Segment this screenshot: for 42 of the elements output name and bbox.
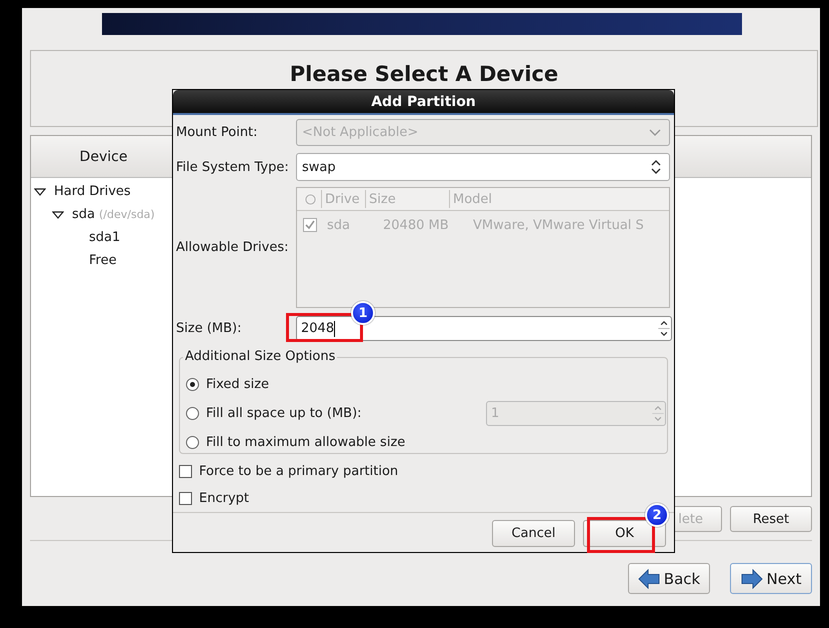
- column-header[interactable]: Device: [31, 136, 176, 177]
- option-label[interactable]: Fill all space up to (MB):: [206, 406, 362, 421]
- radio-button[interactable]: [186, 378, 199, 391]
- device-path: (/dev/sda): [99, 208, 155, 221]
- left-arrow-icon: [638, 568, 660, 588]
- option-label[interactable]: Fill to maximum allowable size: [206, 435, 406, 450]
- tree-item[interactable]: Hard Drives: [54, 184, 131, 199]
- chevron-down-icon: [649, 128, 661, 136]
- table-cell-text: 20480 MB: [383, 218, 450, 232]
- expander-icon[interactable]: [52, 210, 64, 218]
- nav-button[interactable]: Next: [730, 563, 812, 594]
- field-label: Size (MB):: [176, 321, 242, 336]
- field-label: Mount Point:: [176, 125, 259, 140]
- tree-item[interactable]: Free: [89, 253, 117, 268]
- checkbox-label[interactable]: Force to be a primary partition: [199, 464, 398, 479]
- tree-item[interactable]: sda1: [89, 230, 120, 245]
- up-down-icon: [651, 159, 661, 175]
- table-cell: VMware, VMware Virtual S: [473, 218, 644, 232]
- checkbox[interactable]: [303, 218, 317, 232]
- group-title: Additional Size Options: [183, 349, 338, 365]
- dialog-title: Add Partition: [371, 94, 476, 110]
- checkbox[interactable]: [179, 465, 192, 478]
- checkbox-label[interactable]: Encrypt: [199, 491, 249, 506]
- dialog-button[interactable]: Cancel: [492, 520, 575, 547]
- field-label: File System Type:: [176, 160, 290, 174]
- right-arrow-icon: [740, 568, 763, 588]
- checkbox[interactable]: [179, 492, 192, 505]
- step-badge: 1: [351, 301, 375, 325]
- radio-button[interactable]: [186, 407, 199, 420]
- size-field[interactable]: 2048: [296, 316, 672, 341]
- table-cell-text: sda: [327, 218, 351, 232]
- file-system-dropdown[interactable]: swap: [296, 153, 670, 181]
- expander-icon[interactable]: [34, 188, 46, 196]
- step-badge: 2: [645, 503, 669, 527]
- circle-icon: [305, 194, 316, 204]
- option-label[interactable]: Fixed size: [206, 377, 270, 392]
- nav-button[interactable]: Back: [628, 563, 710, 594]
- page-title: Please Select A Device: [290, 62, 558, 86]
- panel-button[interactable]: Reset: [730, 506, 812, 532]
- field-label: Allowable Drives:: [176, 240, 290, 255]
- radio-button[interactable]: [186, 436, 199, 449]
- tree-item[interactable]: sda: [72, 207, 95, 222]
